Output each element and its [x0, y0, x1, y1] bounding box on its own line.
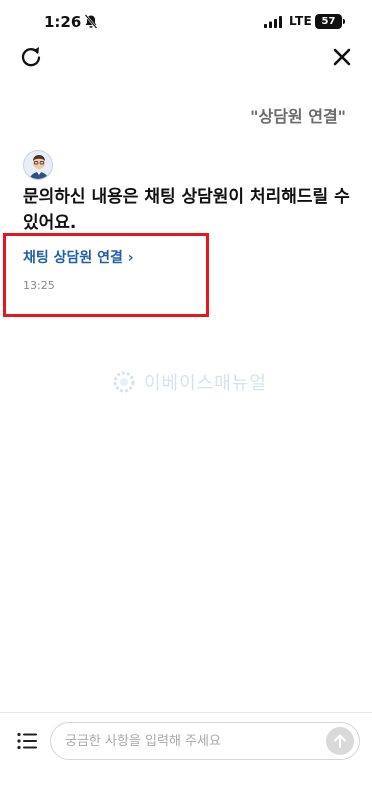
status-time: 1:26 — [44, 13, 82, 31]
battery-level: 57 — [321, 16, 336, 27]
watermark-text: 이베이스매뉴얼 — [144, 373, 267, 394]
agent-avatar-icon — [29, 155, 49, 179]
bell-muted-icon — [84, 14, 98, 29]
watermark: 이베이스매뉴얼 — [112, 369, 267, 395]
network-type: LTE — [289, 14, 312, 28]
bot-message: 문의하신 내용은 채팅 상담원이 처리해드릴 수 있어요. — [23, 187, 350, 233]
message-timestamp: 13:25 — [23, 279, 55, 292]
chat-input[interactable] — [50, 722, 360, 760]
watermark-logo-icon — [113, 371, 135, 393]
bot-avatar — [23, 150, 53, 180]
chat-agent-connect-link[interactable]: 채팅 상담원 연결 › — [23, 247, 134, 267]
battery-icon: 57 — [315, 14, 345, 29]
refresh-icon[interactable] — [18, 44, 44, 70]
close-icon[interactable] — [330, 45, 354, 69]
user-message: "상담원 연결" — [250, 107, 346, 126]
highlight-box — [3, 233, 209, 317]
send-button[interactable] — [326, 727, 354, 755]
status-bar: 1:26 LTE 57 — [0, 0, 372, 44]
signal-icon — [264, 16, 282, 28]
menu-list-icon[interactable] — [17, 732, 37, 750]
arrow-up-icon — [334, 734, 346, 748]
